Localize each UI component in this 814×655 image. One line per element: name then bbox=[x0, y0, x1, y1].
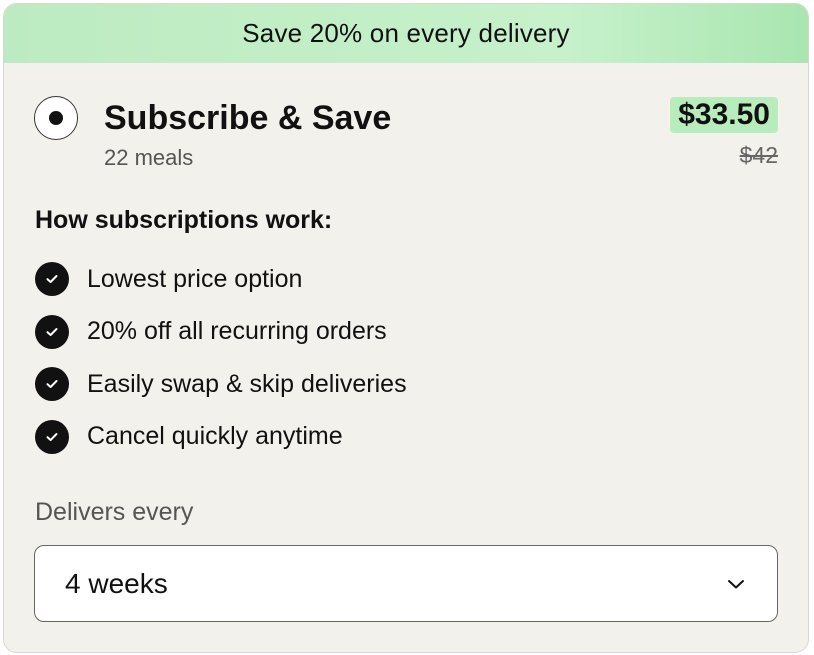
checkmark-circle-icon bbox=[35, 314, 69, 349]
feature-item: Easily swap & skip deliveries bbox=[35, 358, 407, 411]
feature-item: 20% off all recurring orders bbox=[35, 306, 407, 359]
chevron-down-icon bbox=[725, 573, 747, 595]
savings-banner-text: Save 20% on every delivery bbox=[242, 18, 570, 48]
checkmark-circle-icon bbox=[35, 262, 69, 297]
checkmark-circle-icon bbox=[35, 367, 69, 402]
feature-list: Lowest price option 20% off all recurrin… bbox=[35, 253, 407, 463]
feature-item: Lowest price option bbox=[35, 253, 407, 306]
plan-original-price: $42 bbox=[739, 142, 778, 168]
plan-meals: 22 meals bbox=[104, 145, 194, 170]
feature-item: Cancel quickly anytime bbox=[35, 411, 407, 464]
feature-text: Cancel quickly anytime bbox=[87, 422, 343, 451]
checkmark-circle-icon bbox=[35, 419, 69, 454]
radio-selected-dot bbox=[49, 111, 63, 125]
delivery-frequency-label: Delivers every bbox=[35, 498, 194, 526]
delivery-frequency-select[interactable]: 4 weeks bbox=[34, 545, 778, 622]
feature-text: Easily swap & skip deliveries bbox=[87, 369, 407, 398]
subscribe-option-panel[interactable]: Subscribe & Save 22 meals $33.50 $42 How… bbox=[4, 63, 808, 652]
feature-text: Lowest price option bbox=[87, 264, 303, 293]
how-subscriptions-work-heading: How subscriptions work: bbox=[35, 206, 333, 234]
subscribe-radio[interactable] bbox=[34, 96, 78, 140]
feature-text: 20% off all recurring orders bbox=[87, 317, 387, 346]
plan-price: $33.50 bbox=[670, 97, 778, 133]
plan-title: Subscribe & Save bbox=[104, 99, 392, 137]
savings-banner: Save 20% on every delivery bbox=[4, 4, 808, 63]
subscription-card: Save 20% on every delivery Subscribe & S… bbox=[3, 3, 809, 653]
delivery-frequency-value: 4 weeks bbox=[65, 567, 168, 599]
